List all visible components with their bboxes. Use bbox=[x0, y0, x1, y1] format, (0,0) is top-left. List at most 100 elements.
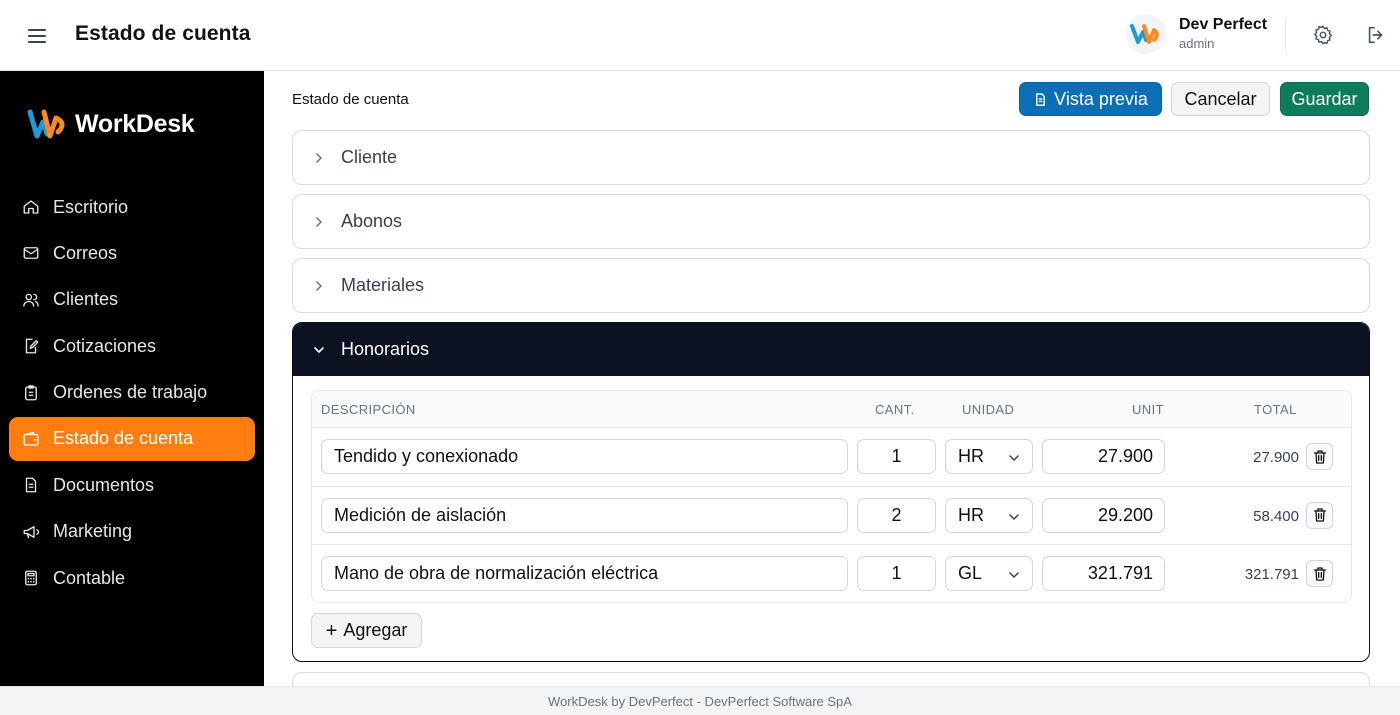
unit-select[interactable]: HR bbox=[945, 439, 1033, 474]
users-icon bbox=[23, 293, 39, 307]
add-row-button[interactable]: + Agregar bbox=[311, 613, 422, 648]
unit-price-input[interactable]: 27.900 bbox=[1042, 439, 1165, 474]
sidebar-item-label: Estado de cuenta bbox=[53, 428, 194, 449]
user-name: Dev Perfect bbox=[1179, 16, 1268, 33]
chevron-down-icon bbox=[314, 346, 324, 353]
sidebar-item-cotizaciones[interactable]: Cotizaciones bbox=[9, 324, 255, 368]
user-role: admin bbox=[1179, 36, 1215, 51]
trash-icon bbox=[1313, 449, 1326, 464]
footer: WorkDesk by DevPerfect - DevPerfect Soft… bbox=[0, 686, 1400, 715]
document-icon bbox=[1036, 92, 1046, 106]
delete-row-button[interactable] bbox=[1306, 501, 1333, 529]
section-title: Estado de cuenta bbox=[292, 91, 409, 108]
sidebar-item-marketing[interactable]: Marketing bbox=[9, 510, 255, 554]
megaphone-icon bbox=[23, 525, 40, 538]
brand-name: WorkDesk bbox=[75, 109, 195, 138]
panel-title: Materiales bbox=[341, 275, 425, 295]
sidebar-item-label: Documentos bbox=[53, 474, 155, 495]
panel-title: Abonos bbox=[341, 211, 403, 231]
panel-header-honorarios[interactable]: Honorarios bbox=[293, 323, 1369, 376]
sidebar-item-estado-de-cuenta[interactable]: Estado de cuenta bbox=[9, 416, 255, 461]
honorarios-table: DESCRIPCIÓN CANT. UNIDAD UNIT TOTAL Tend… bbox=[311, 390, 1352, 603]
main-content: Estado de cuenta Vista previa Cancelar G… bbox=[264, 71, 1400, 686]
chevron-down-icon bbox=[1009, 455, 1019, 461]
chevron-right-icon bbox=[316, 216, 322, 227]
column-header-price: UNIT bbox=[1132, 402, 1164, 417]
sidebar-item-documentos[interactable]: Documentos bbox=[9, 463, 255, 507]
description-input[interactable]: Mano de obra de normalización eléctrica bbox=[321, 556, 848, 591]
file-edit-icon bbox=[25, 338, 39, 354]
user-menu[interactable]: Dev Perfect admin bbox=[1126, 14, 1267, 54]
page-title: Estado de cuenta bbox=[75, 22, 251, 45]
quantity-input[interactable]: 2 bbox=[857, 497, 936, 533]
sidebar-item-ordenes-de-trabajo[interactable]: Ordenes de trabajo bbox=[9, 371, 255, 415]
sidebar-item-contable[interactable]: Contable bbox=[9, 556, 255, 600]
column-header-total: TOTAL bbox=[1254, 402, 1297, 417]
trash-icon bbox=[1313, 566, 1326, 581]
panel-header-abonos[interactable]: Abonos bbox=[293, 195, 1369, 248]
top-bar: Estado de cuenta Dev Perfect admin bbox=[0, 0, 1400, 71]
panel-honorarios: Honorarios DESCRIPCIÓN CANT. UNIDAD UNIT… bbox=[292, 322, 1370, 662]
table-row: Tendido y conexionado 1 HR 27.900 27.900 bbox=[312, 428, 1351, 487]
row-total: 27.900 bbox=[1253, 449, 1299, 466]
preview-button[interactable]: Vista previa bbox=[1019, 82, 1162, 116]
column-header-qty: CANT. bbox=[875, 402, 915, 417]
unit-price-input[interactable]: 29.200 bbox=[1042, 497, 1165, 533]
settings-icon[interactable] bbox=[1310, 22, 1336, 48]
workdesk-logo-icon bbox=[27, 109, 65, 139]
quantity-input[interactable]: 1 bbox=[857, 556, 936, 591]
chevron-down-icon bbox=[1009, 572, 1019, 578]
sidebar-item-label: Clientes bbox=[53, 289, 119, 310]
preview-label: Vista previa bbox=[1054, 88, 1148, 109]
save-button[interactable]: Guardar bbox=[1280, 82, 1369, 116]
column-header-unit: UNIDAD bbox=[962, 402, 1015, 417]
panel-header-cliente[interactable]: Cliente bbox=[293, 131, 1369, 184]
table-header: DESCRIPCIÓN CANT. UNIDAD UNIT TOTAL bbox=[312, 391, 1351, 428]
cancel-button[interactable]: Cancelar bbox=[1171, 82, 1270, 116]
panel-abonos: Abonos bbox=[292, 194, 1370, 249]
chevron-down-icon bbox=[1009, 513, 1019, 520]
trash-icon bbox=[1313, 508, 1326, 522]
sidebar-item-label: Cotizaciones bbox=[53, 335, 157, 356]
unit-value: HR bbox=[958, 504, 984, 525]
sidebar-item-label: Contable bbox=[53, 567, 126, 588]
sidebar-item-label: Ordenes de trabajo bbox=[53, 382, 208, 403]
brand-logo[interactable]: WorkDesk bbox=[27, 106, 195, 142]
document-icon bbox=[25, 477, 37, 493]
unit-value: GL bbox=[958, 563, 983, 583]
sidebar-item-clientes[interactable]: Clientes bbox=[9, 278, 255, 322]
sidebar-item-correos[interactable]: Correos bbox=[9, 231, 255, 275]
panel-cliente: Cliente bbox=[292, 130, 1370, 185]
row-total: 58.400 bbox=[1253, 507, 1299, 525]
sidebar-item-escritorio[interactable]: Escritorio bbox=[9, 185, 255, 229]
home-icon bbox=[23, 200, 39, 214]
description-input[interactable]: Tendido y conexionado bbox=[321, 439, 848, 474]
unit-value: HR bbox=[958, 446, 984, 466]
unit-select[interactable]: HR bbox=[945, 497, 1033, 533]
sidebar-item-label: Correos bbox=[53, 242, 118, 263]
menu-icon[interactable] bbox=[26, 25, 48, 45]
calculator-icon bbox=[25, 570, 37, 586]
chevron-right-icon bbox=[316, 152, 322, 163]
table-row: Medición de aislación 2 HR 29.200 58.400 bbox=[312, 487, 1351, 545]
delete-row-button[interactable] bbox=[1306, 560, 1333, 587]
sidebar-nav: Escritorio Correos Clientes Cotizaciones… bbox=[9, 185, 255, 603]
table-row: Mano de obra de normalización eléctrica … bbox=[312, 545, 1351, 602]
wallet-icon bbox=[23, 431, 39, 446]
unit-select[interactable]: GL bbox=[945, 556, 1033, 591]
panel-next bbox=[292, 672, 1370, 686]
unit-price-input[interactable]: 321.791 bbox=[1042, 556, 1165, 591]
mail-icon bbox=[23, 247, 39, 260]
quantity-input[interactable]: 1 bbox=[857, 439, 936, 474]
description-input[interactable]: Medición de aislación bbox=[321, 497, 848, 533]
panel-title: Cliente bbox=[341, 147, 398, 167]
panel-header-materiales[interactable]: Materiales bbox=[293, 259, 1369, 312]
delete-row-button[interactable] bbox=[1306, 443, 1333, 470]
row-total: 321.791 bbox=[1244, 566, 1299, 583]
column-header-description: DESCRIPCIÓN bbox=[321, 402, 416, 417]
panel-title: Honorarios bbox=[341, 339, 430, 359]
plus-icon: + bbox=[325, 619, 338, 642]
header-divider bbox=[1285, 18, 1286, 52]
sidebar-item-label: Marketing bbox=[53, 521, 133, 542]
logout-icon[interactable] bbox=[1363, 22, 1389, 48]
